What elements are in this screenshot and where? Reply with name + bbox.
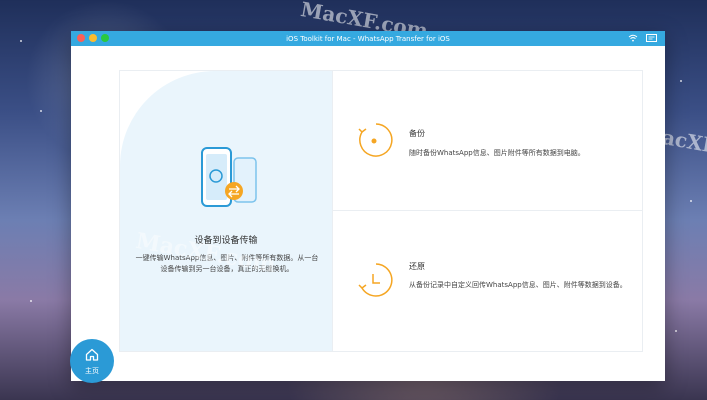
backup-description: 随时备份WhatsApp信息、图片附件等所有数据到电脑。: [409, 149, 585, 157]
wifi-icon[interactable]: [627, 33, 638, 43]
background-star: [40, 110, 42, 112]
background-star: [20, 40, 22, 42]
main-content: 设备到设备传输 一键传输WhatsApp信息、图片、附件等所有数据。从一台 设备…: [119, 70, 643, 352]
restore-card[interactable]: 还原 从备份记录中自定义回传WhatsApp信息、图片、附件等数据到设备。: [333, 211, 642, 350]
window-title: iOS Toolkit for Mac - WhatsApp Transfer …: [286, 34, 450, 43]
backup-icon: [357, 121, 395, 159]
close-button[interactable]: [77, 34, 85, 42]
restore-title: 还原: [409, 262, 425, 271]
backup-title: 备份: [409, 129, 425, 138]
background-star: [680, 80, 682, 82]
title-bar: iOS Toolkit for Mac - WhatsApp Transfer …: [71, 31, 665, 46]
backup-card[interactable]: 备份 随时备份WhatsApp信息、图片附件等所有数据到电脑。: [333, 71, 642, 210]
minimize-button[interactable]: [89, 34, 97, 42]
zoom-button[interactable]: [101, 34, 109, 42]
home-button[interactable]: 主页: [70, 339, 114, 383]
phone-transfer-icon: [194, 146, 264, 216]
restore-icon: [357, 261, 395, 299]
background-star: [675, 330, 677, 332]
app-window: iOS Toolkit for Mac - WhatsApp Transfer …: [71, 31, 665, 381]
home-label: 主页: [85, 367, 99, 375]
device-to-device-card[interactable]: 设备到设备传输 一键传输WhatsApp信息、图片、附件等所有数据。从一台 设备…: [120, 71, 332, 351]
background-star: [30, 300, 32, 302]
restore-description: 从备份记录中自定义回传WhatsApp信息、图片、附件等数据到设备。: [409, 281, 627, 289]
titlebar-icons: [627, 33, 657, 43]
background-star: [690, 200, 692, 202]
feedback-icon[interactable]: [646, 33, 657, 43]
home-icon: [85, 346, 99, 365]
window-controls: [77, 34, 109, 42]
